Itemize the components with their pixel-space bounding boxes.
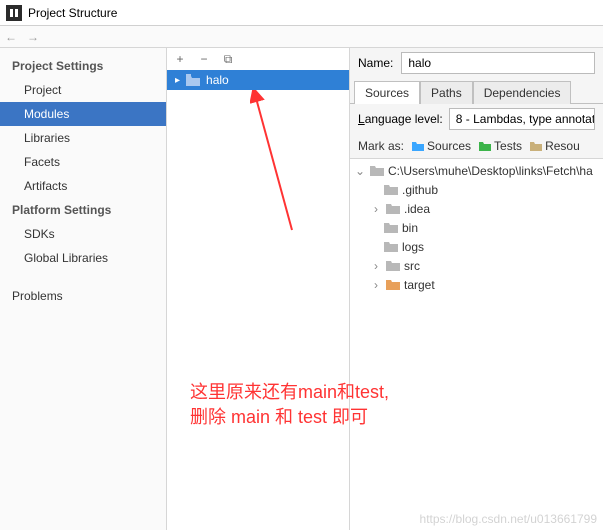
sidebar-item-libraries[interactable]: Libraries [0, 126, 166, 150]
folder-icon [386, 203, 400, 214]
mark-as-label: Mark as: [358, 139, 404, 153]
name-label: Name: [358, 56, 393, 70]
chevron-down-icon[interactable]: ⌄ [354, 164, 366, 178]
tree-item-idea[interactable]: › .idea [350, 199, 603, 218]
folder-icon [384, 184, 398, 195]
mark-tests-button[interactable]: Tests [479, 139, 522, 153]
tree-item-github[interactable]: .github [350, 180, 603, 199]
language-level-label: Language level: [358, 112, 443, 126]
modules-panel: + − ⧉ ▸ halo [167, 48, 350, 530]
sidebar-item-project[interactable]: Project [0, 78, 166, 102]
module-item-label: halo [206, 73, 229, 87]
folder-icon [386, 279, 400, 290]
chevron-right-icon[interactable]: › [370, 259, 382, 273]
nav-forward-button[interactable]: → [22, 28, 44, 46]
settings-sidebar: Project Settings Project Modules Librari… [0, 48, 167, 530]
folder-icon [384, 222, 398, 233]
language-level-select[interactable]: 8 - Lambdas, type annotat [449, 108, 595, 130]
mark-sources-button[interactable]: Sources [412, 139, 471, 153]
folder-icon [412, 141, 424, 151]
folder-icon [386, 260, 400, 271]
module-name-input[interactable] [401, 52, 595, 74]
add-module-button[interactable]: + [171, 50, 189, 68]
tree-item-src[interactable]: › src [350, 256, 603, 275]
app-icon [6, 5, 22, 21]
tab-paths[interactable]: Paths [420, 81, 473, 104]
copy-module-button[interactable]: ⧉ [219, 50, 237, 68]
sidebar-item-modules[interactable]: Modules [0, 102, 166, 126]
sidebar-item-artifacts[interactable]: Artifacts [0, 174, 166, 198]
source-tree: ⌄ C:\Users\muhe\Desktop\links\Fetch\ha .… [350, 158, 603, 530]
sidebar-item-sdks[interactable]: SDKs [0, 222, 166, 246]
sidebar-item-problems[interactable]: Problems [0, 284, 166, 308]
tab-dependencies[interactable]: Dependencies [473, 81, 572, 104]
folder-icon [370, 165, 384, 176]
sidebar-heading-project-settings: Project Settings [0, 54, 166, 78]
module-item-halo[interactable]: ▸ halo [167, 70, 349, 90]
mark-resources-button[interactable]: Resou [530, 139, 580, 153]
tree-root[interactable]: ⌄ C:\Users\muhe\Desktop\links\Fetch\ha [350, 161, 603, 180]
sidebar-item-global-libraries[interactable]: Global Libraries [0, 246, 166, 270]
annotation-text: 这里原来还有main和test, 删除 main 和 test 即可 [190, 380, 389, 430]
folder-icon [384, 241, 398, 252]
module-details-panel: Name: Sources Paths Dependencies Languag… [350, 48, 603, 530]
nav-back-button[interactable]: ← [0, 28, 22, 46]
sidebar-item-facets[interactable]: Facets [0, 150, 166, 174]
folder-icon [530, 141, 542, 151]
chevron-right-icon[interactable]: › [370, 202, 382, 216]
tab-sources[interactable]: Sources [354, 81, 420, 104]
remove-module-button[interactable]: − [195, 50, 213, 68]
detail-tabs: Sources Paths Dependencies [350, 78, 603, 104]
tree-item-target[interactable]: › target [350, 275, 603, 294]
window-title: Project Structure [28, 6, 117, 20]
chevron-right-icon[interactable]: › [370, 278, 382, 292]
tree-root-label: C:\Users\muhe\Desktop\links\Fetch\ha [388, 164, 593, 178]
folder-icon [479, 141, 491, 151]
folder-icon [186, 74, 200, 86]
chevron-right-icon: ▸ [175, 75, 180, 86]
sidebar-heading-platform-settings: Platform Settings [0, 198, 166, 222]
tree-item-logs[interactable]: logs [350, 237, 603, 256]
tree-item-bin[interactable]: bin [350, 218, 603, 237]
watermark-text: https://blog.csdn.net/u013661799 [420, 512, 597, 526]
